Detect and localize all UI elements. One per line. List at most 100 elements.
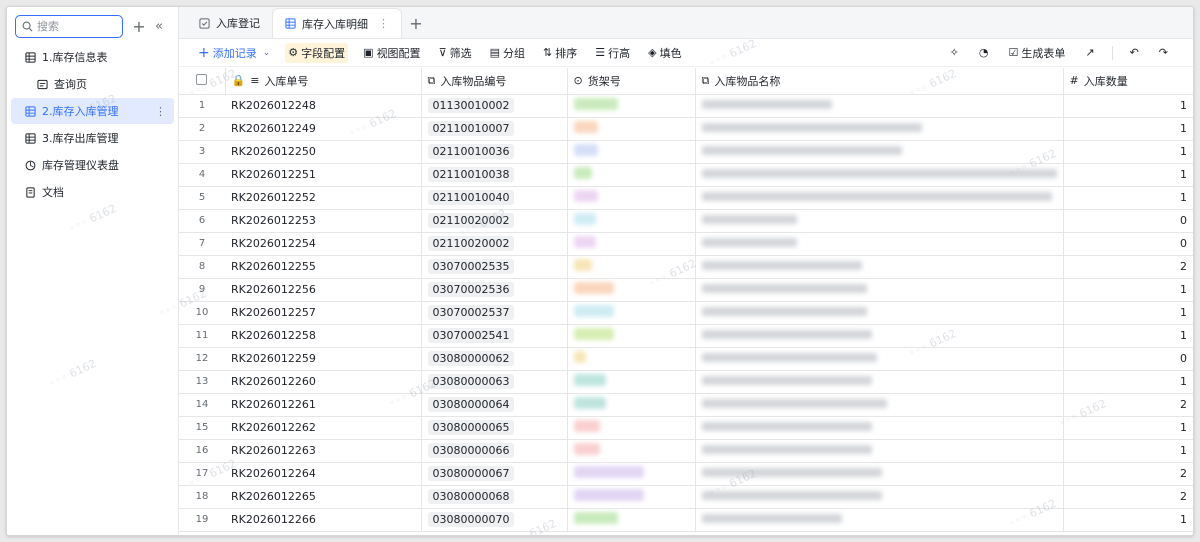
order-no-cell[interactable]: RK2026012266: [225, 508, 422, 532]
row-number[interactable]: 12: [179, 347, 225, 371]
row-number[interactable]: 19: [179, 508, 225, 532]
item-code-cell[interactable]: 02110010036: [421, 140, 568, 164]
row-number[interactable]: 7: [179, 232, 225, 256]
item-name-cell[interactable]: [695, 508, 1064, 532]
quantity-cell[interactable]: 1: [1063, 163, 1193, 187]
item-name-cell[interactable]: [695, 347, 1064, 371]
item-name-cell[interactable]: [695, 117, 1064, 141]
sidebar-item[interactable]: 2.库存入库管理 ⋮: [11, 98, 174, 124]
quantity-cell[interactable]: 1: [1063, 117, 1193, 141]
search-input[interactable]: [37, 19, 115, 33]
fill-color-button[interactable]: ◈ 填色: [645, 43, 684, 63]
table-row[interactable]: 11 RK2026012258 03070002541 1: [179, 324, 1193, 348]
row-number[interactable]: 2: [179, 117, 225, 141]
shelf-cell[interactable]: [567, 117, 696, 141]
item-code-cell[interactable]: 03080000065: [421, 416, 568, 440]
table-row[interactable]: 19 RK2026012266 03080000070 1: [179, 508, 1193, 532]
quantity-cell[interactable]: 2: [1063, 255, 1193, 279]
item-code-cell[interactable]: 02110020002: [421, 209, 568, 233]
quantity-cell[interactable]: 0: [1063, 209, 1193, 233]
table-row[interactable]: 17 RK2026012264 03080000067 2: [179, 462, 1193, 486]
column-header-order-no[interactable]: 🔒 ≡ 入库单号: [225, 68, 422, 95]
shelf-cell[interactable]: [567, 393, 696, 417]
item-code-cell[interactable]: 01130010002: [421, 94, 568, 118]
order-no-cell[interactable]: RK2026012264: [225, 462, 422, 486]
row-number[interactable]: 1: [179, 94, 225, 118]
add-tab-icon[interactable]: +: [402, 8, 430, 38]
table-row[interactable]: 9 RK2026012256 03070002536 1: [179, 278, 1193, 302]
item-name-cell[interactable]: [695, 301, 1064, 325]
row-number[interactable]: 14: [179, 393, 225, 417]
table-row[interactable]: 3 RK2026012250 02110010036 1: [179, 140, 1193, 164]
item-name-cell[interactable]: [695, 324, 1064, 348]
quantity-cell[interactable]: 2: [1063, 462, 1193, 486]
quantity-cell[interactable]: 1: [1063, 140, 1193, 164]
shelf-cell[interactable]: [567, 94, 696, 118]
order-no-cell[interactable]: RK2026012257: [225, 301, 422, 325]
item-code-cell[interactable]: 03080000064: [421, 393, 568, 417]
table-row[interactable]: 8 RK2026012255 03070002535 2: [179, 255, 1193, 279]
shelf-cell[interactable]: [567, 255, 696, 279]
item-code-cell[interactable]: 03080000062: [421, 347, 568, 371]
shelf-cell[interactable]: [567, 186, 696, 210]
item-name-cell[interactable]: [695, 278, 1064, 302]
item-code-cell[interactable]: 03080000063: [421, 370, 568, 394]
table-row[interactable]: 2 RK2026012249 02110010007 1: [179, 117, 1193, 141]
table-row[interactable]: 7 RK2026012254 02110020002 0: [179, 232, 1193, 256]
shelf-cell[interactable]: [567, 278, 696, 302]
row-number[interactable]: 5: [179, 186, 225, 210]
quantity-cell[interactable]: 2: [1063, 485, 1193, 509]
tab-detail[interactable]: 库存入库明细 ⋮: [272, 8, 402, 38]
share-icon[interactable]: ↗: [1082, 43, 1097, 63]
item-name-cell[interactable]: [695, 232, 1064, 256]
order-no-cell[interactable]: RK2026012250: [225, 140, 422, 164]
item-code-cell[interactable]: 02110020002: [421, 232, 568, 256]
more-icon[interactable]: ⋮: [378, 17, 389, 30]
quantity-cell[interactable]: 1: [1063, 439, 1193, 463]
column-header-item-name[interactable]: ⧉ 入库物品名称: [695, 68, 1064, 95]
item-name-cell[interactable]: [695, 94, 1064, 118]
item-code-cell[interactable]: 02110010040: [421, 186, 568, 210]
item-name-cell[interactable]: [695, 485, 1064, 509]
quantity-cell[interactable]: 0: [1063, 232, 1193, 256]
quantity-cell[interactable]: 1: [1063, 301, 1193, 325]
order-no-cell[interactable]: RK2026012259: [225, 347, 422, 371]
shelf-cell[interactable]: [567, 439, 696, 463]
sidebar-item[interactable]: 3.库存出库管理: [11, 125, 174, 151]
item-name-cell[interactable]: [695, 370, 1064, 394]
order-no-cell[interactable]: RK2026012255: [225, 255, 422, 279]
table-row[interactable]: 16 RK2026012263 03080000066 1: [179, 439, 1193, 463]
shelf-cell[interactable]: [567, 508, 696, 532]
redo-icon[interactable]: ↷: [1156, 43, 1171, 63]
shelf-cell[interactable]: [567, 462, 696, 486]
sidebar-item[interactable]: 库存管理仪表盘: [11, 152, 174, 178]
table-row[interactable]: 14 RK2026012261 03080000064 2: [179, 393, 1193, 417]
item-code-cell[interactable]: 03080000068: [421, 485, 568, 509]
shelf-cell[interactable]: [567, 485, 696, 509]
order-no-cell[interactable]: RK2026012261: [225, 393, 422, 417]
row-number[interactable]: 8: [179, 255, 225, 279]
table-row[interactable]: 10 RK2026012257 03070002537 1: [179, 301, 1193, 325]
order-no-cell[interactable]: RK2026012254: [225, 232, 422, 256]
table-row[interactable]: 12 RK2026012259 03080000062 0: [179, 347, 1193, 371]
item-name-cell[interactable]: [695, 393, 1064, 417]
order-no-cell[interactable]: RK2026012249: [225, 117, 422, 141]
row-number[interactable]: 13: [179, 370, 225, 394]
quantity-cell[interactable]: 1: [1063, 186, 1193, 210]
order-no-cell[interactable]: RK2026012248: [225, 94, 422, 118]
item-name-cell[interactable]: [695, 255, 1064, 279]
item-code-cell[interactable]: 03070002541: [421, 324, 568, 348]
row-height-button[interactable]: ☰ 行高: [592, 43, 633, 63]
row-number[interactable]: 17: [179, 462, 225, 486]
order-no-cell[interactable]: RK2026012263: [225, 439, 422, 463]
sidebar-item[interactable]: 文档: [11, 179, 174, 205]
order-no-cell[interactable]: RK2026012252: [225, 186, 422, 210]
order-no-cell[interactable]: RK2026012256: [225, 278, 422, 302]
search-box[interactable]: [15, 14, 123, 38]
quantity-cell[interactable]: 1: [1063, 370, 1193, 394]
item-code-cell[interactable]: 03080000066: [421, 439, 568, 463]
shelf-cell[interactable]: [567, 163, 696, 187]
item-name-cell[interactable]: [695, 209, 1064, 233]
order-no-cell[interactable]: RK2026012260: [225, 370, 422, 394]
undo-icon[interactable]: ↶: [1127, 43, 1142, 63]
